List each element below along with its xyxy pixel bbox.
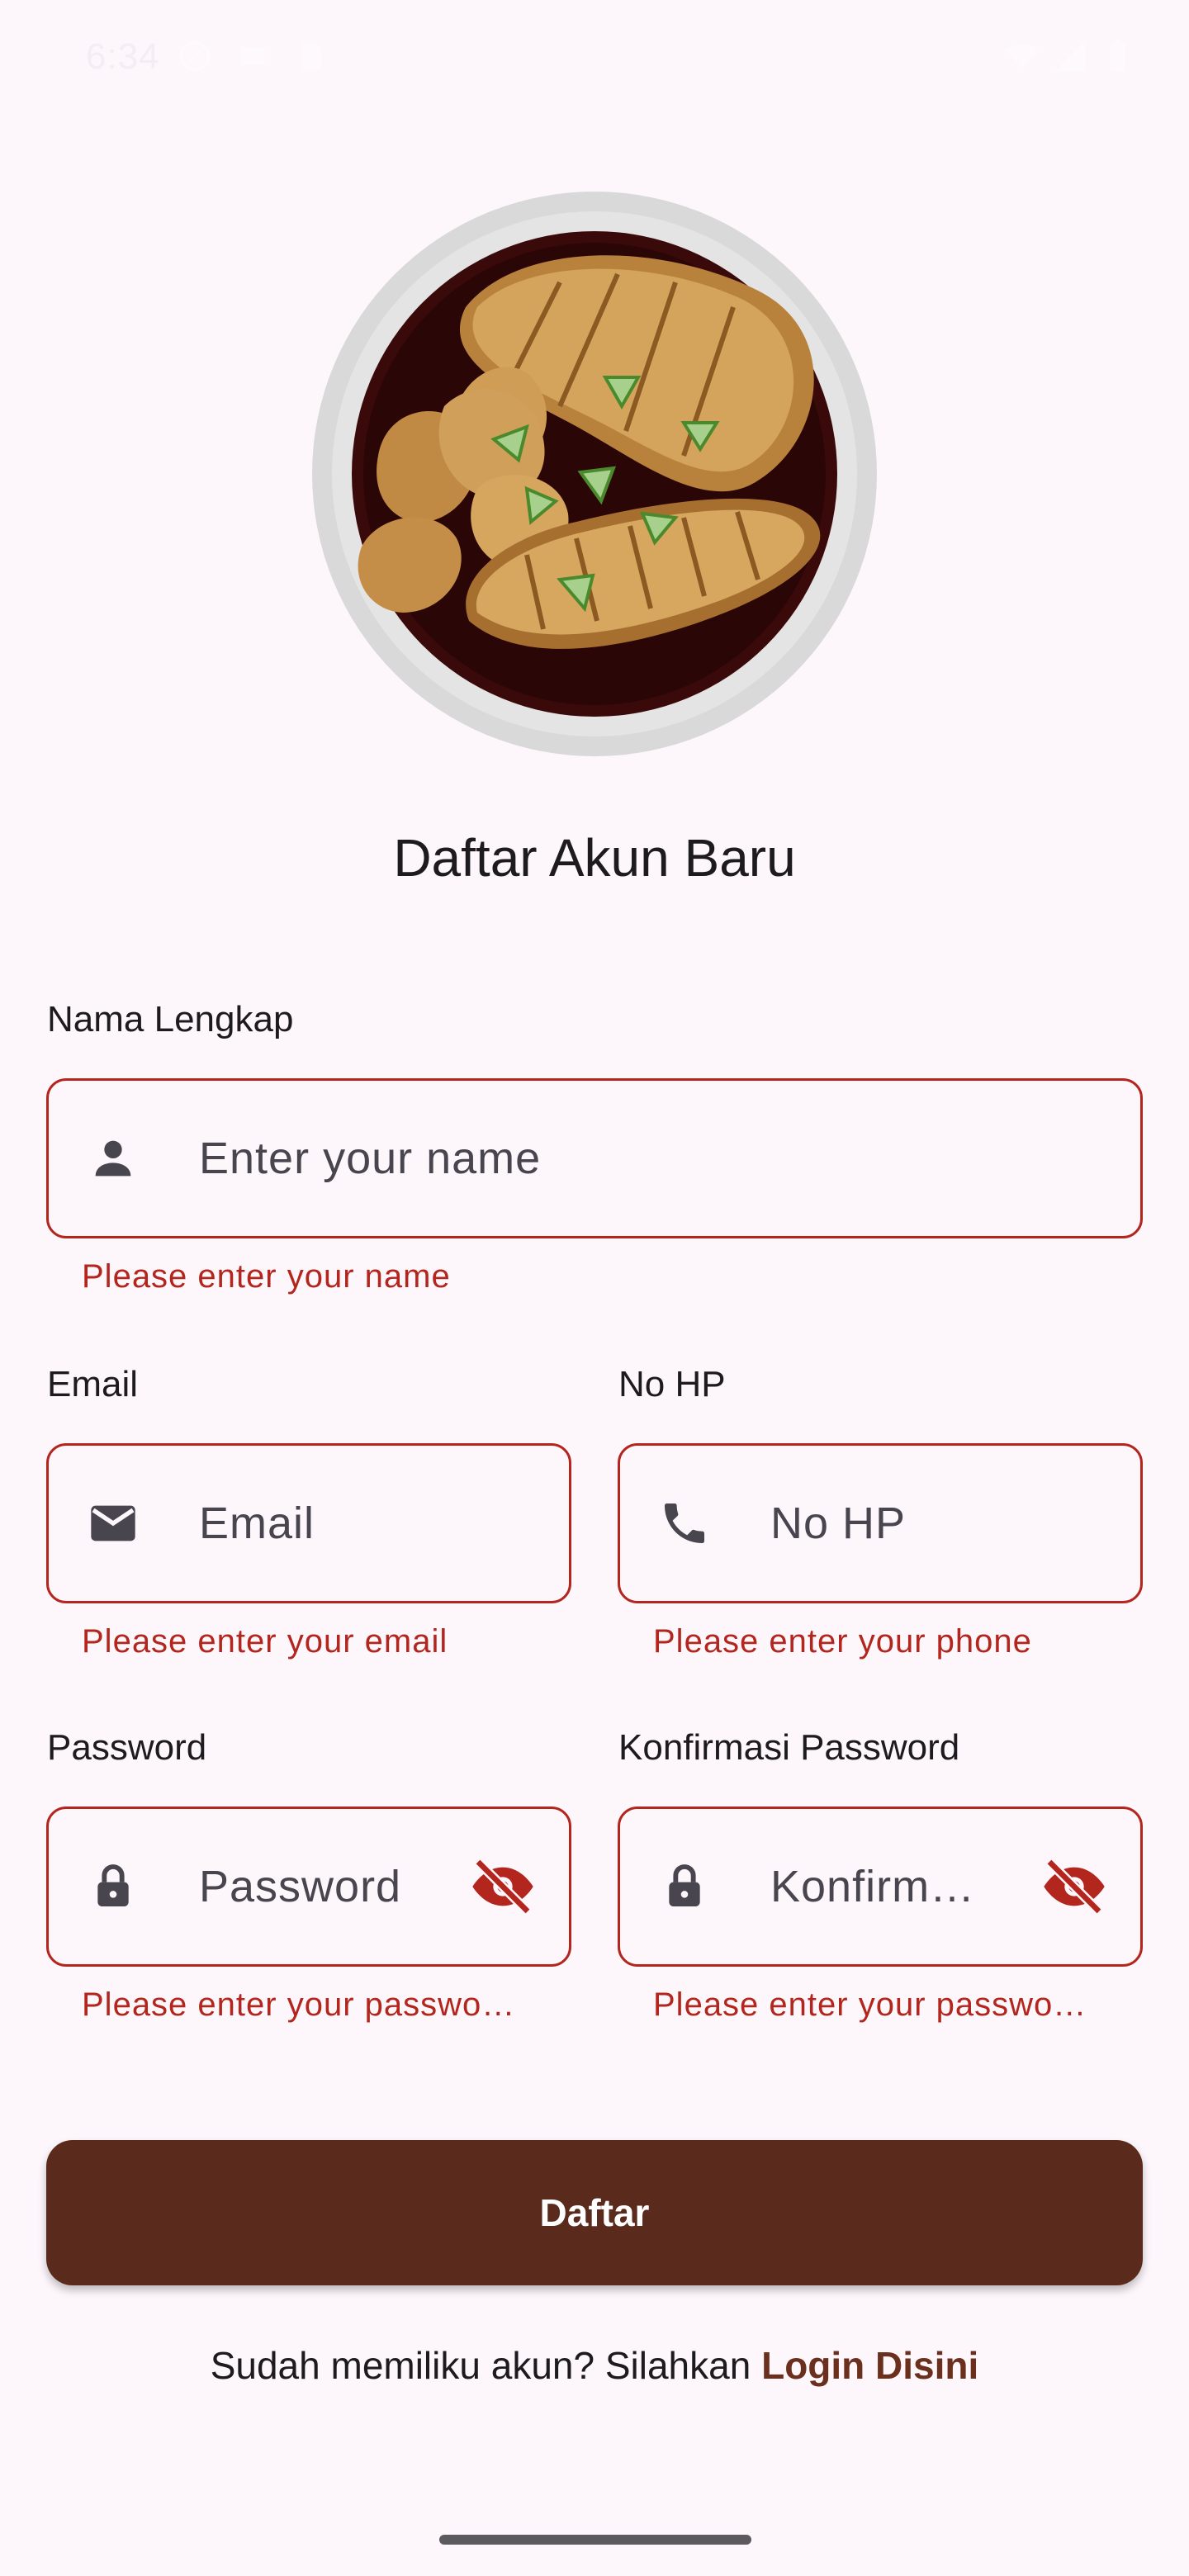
phone-label: No HP (618, 1364, 726, 1404)
status-time: 6:34 (86, 36, 160, 77)
phone-icon (665, 1503, 704, 1543)
password-input[interactable]: Password (46, 1807, 571, 1967)
phone-input[interactable]: No HP (618, 1443, 1143, 1603)
page-title: Daftar Akun Baru (393, 828, 796, 888)
password-error: Please enter your passwo… (82, 1986, 516, 2023)
name-input[interactable]: Enter your name (46, 1078, 1143, 1238)
home-indicator[interactable] (439, 2535, 751, 2545)
login-link[interactable]: Login Disini (761, 2344, 978, 2387)
email-placeholder: Email (199, 1499, 315, 1548)
status-system-icons (1004, 38, 1136, 74)
visibility-off-icon[interactable] (1041, 1854, 1107, 1920)
confirm-password-input[interactable]: Konfirm… (618, 1807, 1143, 1967)
password-label: Password (47, 1727, 207, 1768)
lock-icon (669, 1864, 700, 1906)
login-prompt: Sudah memiliku akun? Silahkan Login Disi… (0, 2343, 1189, 2388)
confirm-password-error: Please enter your passwo… (653, 1986, 1087, 2023)
confirm-password-label: Konfirmasi Password (618, 1727, 960, 1768)
name-label: Nama Lengkap (47, 999, 294, 1039)
password-placeholder: Password (199, 1862, 402, 1911)
phone-error: Please enter your phone (653, 1623, 1032, 1660)
person-icon (95, 1140, 131, 1177)
wifi-icon (1005, 44, 1040, 69)
battery-icon (1110, 39, 1126, 72)
signal-icon (1054, 40, 1086, 72)
notification-icon (240, 47, 265, 65)
status-bar: 6:34 (0, 0, 1189, 116)
lock-icon (97, 1864, 129, 1906)
mail-icon (91, 1505, 135, 1541)
email-label: Email (47, 1364, 139, 1404)
confirm-password-placeholder: Konfirm… (770, 1862, 976, 1911)
app-logo-food-plate (312, 192, 877, 756)
status-notification-icons (177, 38, 329, 74)
sd-card-icon (302, 42, 321, 70)
name-placeholder: Enter your name (199, 1134, 542, 1183)
email-error: Please enter your email (82, 1623, 448, 1660)
register-button[interactable]: Daftar (46, 2140, 1143, 2285)
name-error: Please enter your name (82, 1258, 451, 1295)
email-input[interactable]: Email (46, 1443, 571, 1603)
phone-placeholder: No HP (770, 1499, 907, 1548)
visibility-off-icon[interactable] (470, 1854, 536, 1920)
do-not-disturb-icon (179, 40, 211, 72)
login-prompt-text: Sudah memiliku akun? Silahkan (210, 2344, 751, 2387)
